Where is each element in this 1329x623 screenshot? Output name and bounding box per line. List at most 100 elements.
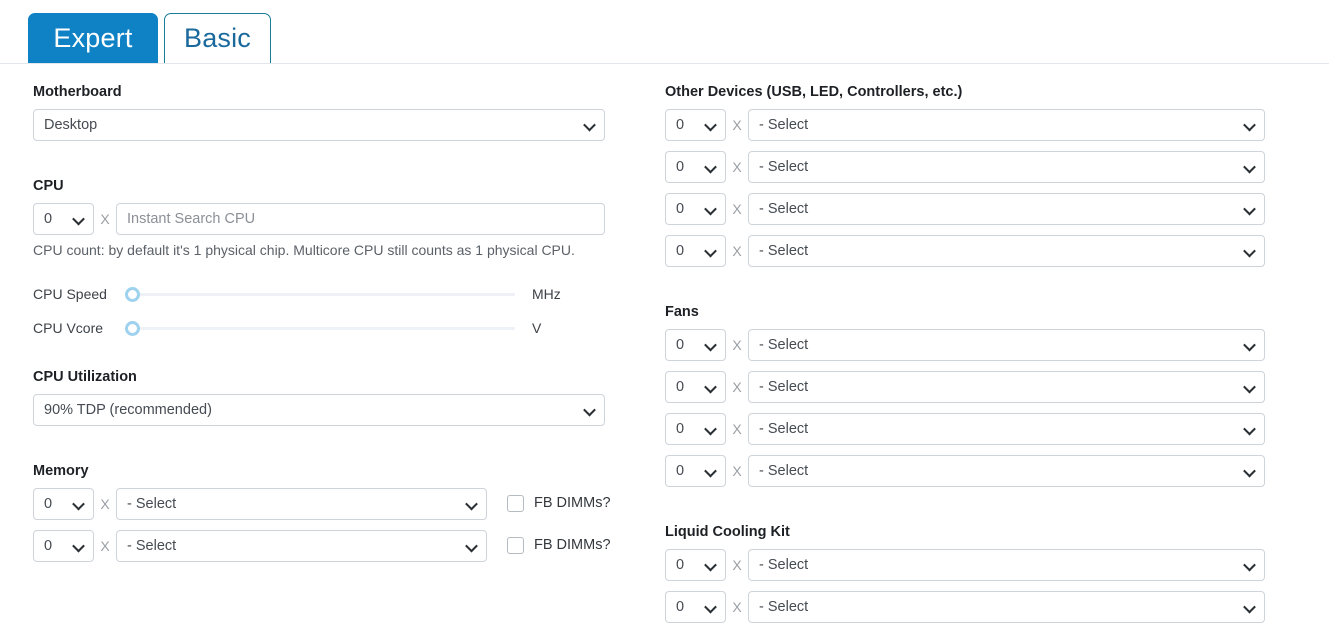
cpu-utilization-select-value: 90% TDP (recommended) (44, 401, 212, 418)
cpu-quantity-value: 0 (44, 210, 53, 227)
other-device-value-2: - Select (759, 158, 809, 175)
fans-label: Fans (665, 304, 699, 320)
liquid-cooling-quantity-value-1: 0 (676, 556, 685, 573)
liquid-cooling-row: 0 X - Select (665, 548, 1265, 581)
cpu-speed-slider-row: CPU Speed MHz (33, 281, 605, 307)
memory-quantity-value-2: 0 (44, 537, 53, 554)
cpu-speed-slider[interactable] (125, 283, 515, 305)
liquid-cooling-quantity-select-1[interactable]: 0 (665, 548, 726, 581)
liquid-cooling-multiplier-symbol-2: X (732, 598, 742, 615)
fan-quantity-value-2: 0 (676, 378, 685, 395)
liquid-cooling-multiplier-symbol-1: X (732, 556, 742, 573)
other-device-quantity-select-2[interactable]: 0 (665, 150, 726, 183)
other-device-select-2[interactable]: - Select (748, 150, 1265, 183)
fan-value-1: - Select (759, 336, 809, 353)
liquid-cooling-quantity-select-2[interactable]: 0 (665, 590, 726, 623)
other-device-quantity-select-3[interactable]: 0 (665, 192, 726, 225)
memory-quantity-select-1[interactable]: 0 (33, 487, 94, 520)
motherboard-select-value: Desktop (44, 116, 98, 133)
memory-row: 0 X - Select FB DIMMs? (33, 487, 611, 520)
fan-multiplier-symbol-4: X (732, 462, 742, 479)
other-device-value-1: - Select (759, 116, 809, 133)
memory-fbdimm-checkbox-2[interactable] (507, 537, 524, 554)
memory-fbdimm-label-2: FB DIMMs? (534, 537, 611, 554)
fan-quantity-value-3: 0 (676, 420, 685, 437)
section-fans: Fans 0 X - Select 0 X - Select 0 X - Sel… (665, 305, 1265, 487)
fan-value-3: - Select (759, 420, 809, 437)
memory-module-value-1: - Select (127, 495, 177, 512)
fan-select-1[interactable]: - Select (748, 328, 1265, 361)
other-device-quantity-select-4[interactable]: 0 (665, 234, 726, 267)
section-cpu-utilization: CPU Utilization 90% TDP (recommended) (33, 370, 605, 426)
fan-multiplier-symbol-2: X (732, 378, 742, 395)
section-liquid-cooling: Liquid Cooling Kit 0 X - Select 0 X - Se… (665, 525, 1265, 623)
memory-module-select-1[interactable]: - Select (116, 487, 487, 520)
cpu-help-text: CPU count: by default it's 1 physical ch… (33, 241, 575, 258)
other-device-quantity-select-1[interactable]: 0 (665, 108, 726, 141)
liquid-cooling-select-1[interactable]: - Select (748, 548, 1265, 581)
memory-module-select-2[interactable]: - Select (116, 529, 487, 562)
other-device-multiplier-symbol-4: X (732, 242, 742, 259)
fans-row: 0 X - Select (665, 412, 1265, 445)
cpu-vcore-slider-handle[interactable] (125, 321, 140, 336)
other-devices-row: 0 X - Select (665, 192, 1265, 225)
memory-fbdimm-label-1: FB DIMMs? (534, 495, 611, 512)
other-devices-row: 0 X - Select (665, 150, 1265, 183)
memory-quantity-select-2[interactable]: 0 (33, 529, 94, 562)
cpu-search-input[interactable]: Instant Search CPU (116, 202, 605, 235)
fans-row: 0 X - Select (665, 328, 1265, 361)
tab-expert[interactable]: Expert (28, 13, 158, 64)
section-cpu-sliders: CPU Speed MHz CPU Vcore V (33, 281, 605, 341)
tab-basic-label: Basic (183, 23, 252, 53)
cpu-vcore-slider[interactable] (125, 317, 515, 339)
other-device-value-3: - Select (759, 200, 809, 217)
fans-row: 0 X - Select (665, 370, 1265, 403)
motherboard-select[interactable]: Desktop (33, 108, 605, 141)
fan-quantity-select-2[interactable]: 0 (665, 370, 726, 403)
fan-select-2[interactable]: - Select (748, 370, 1265, 403)
other-device-select-1[interactable]: - Select (748, 108, 1265, 141)
cpu-utilization-label: CPU Utilization (33, 369, 137, 385)
section-memory: Memory 0 X - Select FB DIMMs? 0 X - Sele… (33, 463, 611, 572)
liquid-cooling-value-2: - Select (759, 598, 809, 615)
other-device-quantity-value-2: 0 (676, 158, 685, 175)
liquid-cooling-label: Liquid Cooling Kit (665, 524, 790, 540)
memory-fbdimm-group-2: FB DIMMs? (507, 537, 611, 554)
memory-multiplier-symbol-2: X (100, 537, 110, 554)
cpu-speed-slider-track[interactable] (135, 293, 515, 296)
other-device-quantity-value-1: 0 (676, 116, 685, 133)
liquid-cooling-row: 0 X - Select (665, 590, 1265, 623)
fan-quantity-select-3[interactable]: 0 (665, 412, 726, 445)
other-device-select-3[interactable]: - Select (748, 192, 1265, 225)
memory-row: 0 X - Select FB DIMMs? (33, 529, 611, 562)
fan-select-3[interactable]: - Select (748, 412, 1265, 445)
liquid-cooling-select-2[interactable]: - Select (748, 590, 1265, 623)
fan-quantity-select-1[interactable]: 0 (665, 328, 726, 361)
fan-multiplier-symbol-3: X (732, 420, 742, 437)
cpu-speed-slider-handle[interactable] (125, 287, 140, 302)
section-motherboard: Motherboard Desktop (33, 85, 605, 141)
memory-quantity-value-1: 0 (44, 495, 53, 512)
fan-quantity-select-4[interactable]: 0 (665, 454, 726, 487)
fan-value-2: - Select (759, 378, 809, 395)
fan-value-4: - Select (759, 462, 809, 479)
memory-label: Memory (33, 463, 89, 479)
memory-fbdimm-group-1: FB DIMMs? (507, 495, 611, 512)
other-device-quantity-value-3: 0 (676, 200, 685, 217)
other-devices-row: 0 X - Select (665, 234, 1265, 267)
memory-fbdimm-checkbox-1[interactable] (507, 495, 524, 512)
cpu-quantity-select[interactable]: 0 (33, 202, 94, 235)
cpu-vcore-label: CPU Vcore (33, 320, 104, 336)
cpu-label: CPU (33, 178, 64, 194)
fan-select-4[interactable]: - Select (748, 454, 1265, 487)
other-device-select-4[interactable]: - Select (748, 234, 1265, 267)
motherboard-label: Motherboard (33, 84, 122, 100)
cpu-utilization-select[interactable]: 90% TDP (recommended) (33, 393, 605, 426)
other-devices-row: 0 X - Select (665, 108, 1265, 141)
cpu-vcore-slider-track[interactable] (135, 327, 515, 330)
fan-quantity-value-1: 0 (676, 336, 685, 353)
tab-basic[interactable]: Basic (164, 13, 271, 64)
other-device-multiplier-symbol-3: X (732, 200, 742, 217)
memory-multiplier-symbol-1: X (100, 495, 110, 512)
tab-bar: Expert Basic (0, 0, 1329, 64)
